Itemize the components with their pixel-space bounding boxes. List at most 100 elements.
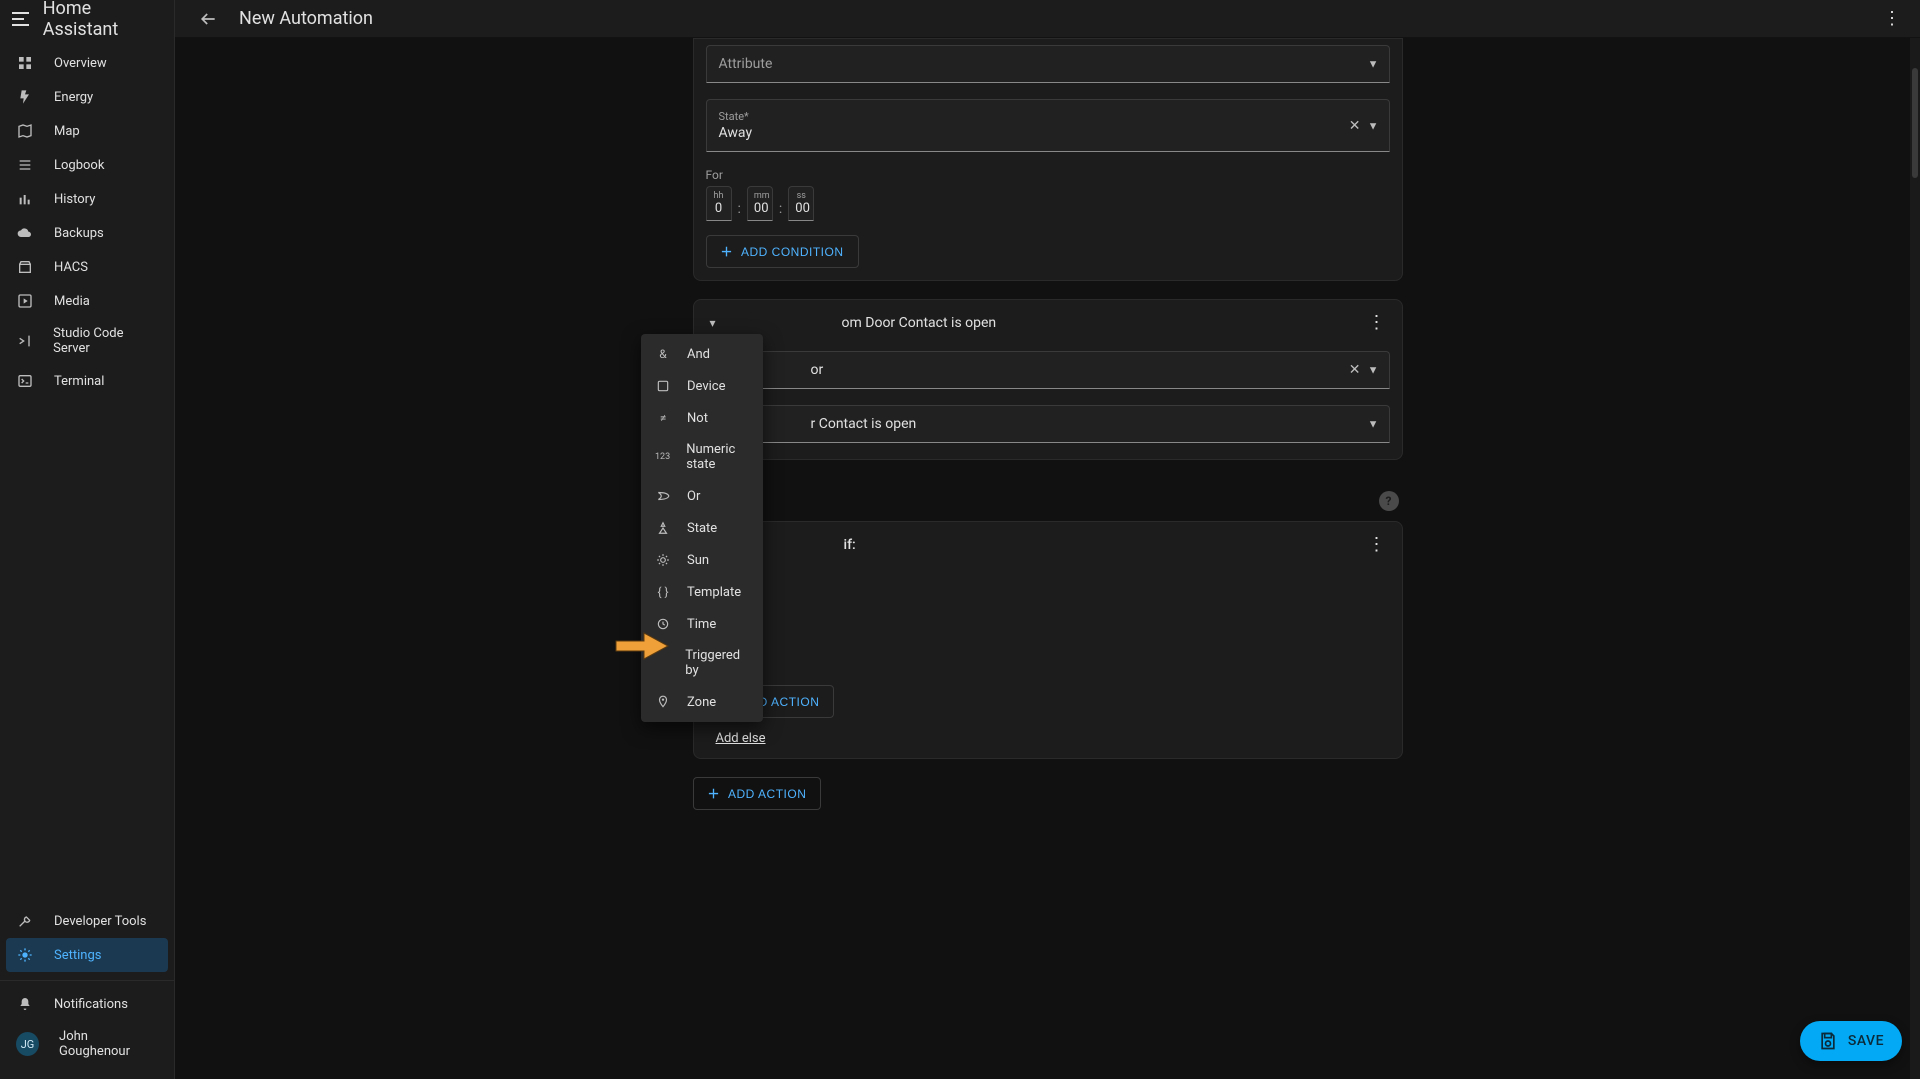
chart-icon	[16, 190, 34, 208]
braces-icon: { }	[655, 584, 671, 600]
sidebar-item-label: Logbook	[54, 158, 104, 173]
if-label: if:	[842, 537, 856, 553]
device-field[interactable]: or ✕ ▼	[706, 351, 1390, 389]
add-else-link[interactable]: Add else	[706, 731, 766, 746]
scrollbar[interactable]	[1910, 38, 1920, 1079]
pin-icon	[655, 694, 671, 710]
ctx-item-state[interactable]: State	[641, 512, 763, 544]
ctx-item-label: And	[687, 347, 710, 362]
ctx-item-label: Triggered by	[685, 648, 749, 678]
save-fab[interactable]: SAVE	[1800, 1021, 1902, 1061]
wrench-icon	[16, 912, 34, 930]
ctx-item-label: Not	[687, 411, 708, 426]
for-label: For	[706, 168, 1390, 182]
sidebar-item-label: Studio Code Server	[53, 326, 158, 356]
condition-field[interactable]: r Contact is open ▼	[706, 405, 1390, 443]
ss-value: 00	[795, 201, 807, 216]
for-hh-input[interactable]: hh 0	[706, 186, 732, 221]
topbar-left: New Automation	[197, 8, 373, 30]
add-action-outer-button[interactable]: ＋ ADD ACTION	[693, 777, 822, 810]
ctx-item-device[interactable]: Device	[641, 370, 763, 402]
sidebar-item-devtools[interactable]: Developer Tools	[6, 904, 168, 938]
chevron-down-icon: ▼	[1368, 418, 1379, 431]
sidebar-item-label: Backups	[54, 226, 104, 241]
sidebar-item-label: HACS	[54, 260, 88, 275]
nav-bottom: Developer Tools Settings	[0, 904, 174, 981]
ctx-item-label: Numeric state	[686, 442, 749, 472]
not-equal-icon: ≠	[655, 410, 671, 426]
ctx-item-label: Device	[687, 379, 726, 394]
sidebar-item-media[interactable]: Media	[6, 284, 168, 318]
sidebar-item-energy[interactable]: Energy	[6, 80, 168, 114]
store-icon	[16, 258, 34, 276]
ctx-item-label: Sun	[687, 553, 709, 568]
card-overflow-button[interactable]: ⋮	[1368, 534, 1386, 555]
ctx-item-not[interactable]: ≠ Not	[641, 402, 763, 434]
ctx-item-template[interactable]: { } Template	[641, 576, 763, 608]
hamburger-icon[interactable]	[12, 12, 29, 26]
ctx-item-numeric-state[interactable]: 123 Numeric state	[641, 434, 763, 480]
save-label: SAVE	[1848, 1033, 1884, 1049]
sidebar-item-notifications[interactable]: Notifications	[6, 987, 168, 1021]
card-overflow-button[interactable]: ⋮	[1368, 312, 1386, 333]
gate-icon	[655, 488, 671, 504]
topbar: New Automation ⋮	[175, 0, 1920, 38]
sidebar-item-terminal[interactable]: Terminal	[6, 364, 168, 398]
gear-icon	[16, 946, 34, 964]
ctx-item-or[interactable]: Or	[641, 480, 763, 512]
sidebar-item-history[interactable]: History	[6, 182, 168, 216]
sidebar-item-label: Developer Tools	[54, 914, 146, 929]
sidebar-item-hacs[interactable]: HACS	[6, 250, 168, 284]
card-title-row[interactable]: ▾ om Door Contact is open	[710, 315, 997, 331]
help-icon[interactable]: ?	[1379, 491, 1399, 511]
save-icon	[1818, 1031, 1838, 1051]
ctx-item-sun[interactable]: Sun	[641, 544, 763, 576]
clear-icon[interactable]: ✕	[1349, 118, 1361, 134]
device-icon	[655, 378, 671, 394]
sidebar-item-label: Media	[54, 294, 90, 309]
bolt-icon	[16, 88, 34, 106]
sidebar: Home Assistant Overview Energy Map Logbo…	[0, 0, 175, 1079]
ctx-item-and[interactable]: & And	[641, 338, 763, 370]
ctx-item-label: Template	[687, 585, 741, 600]
add-action-outer-label: ADD ACTION	[728, 787, 806, 801]
sidebar-item-backups[interactable]: Backups	[6, 216, 168, 250]
sidebar-item-user[interactable]: JG John Goughenour	[6, 1021, 168, 1067]
state-icon	[655, 520, 671, 536]
plus-icon: ＋	[721, 243, 734, 260]
attribute-field[interactable]: Attribute ▼	[706, 45, 1390, 83]
user-name: John Goughenour	[59, 1029, 158, 1059]
card-header: ▾ if: ⋮	[706, 534, 1390, 555]
sidebar-item-studio-code[interactable]: Studio Code Server	[6, 318, 168, 364]
chevron-down-icon: ▾	[710, 316, 716, 330]
sidebar-item-settings[interactable]: Settings	[6, 938, 168, 972]
mm-label: mm	[754, 191, 766, 201]
state-label: State*	[719, 110, 1377, 123]
content-inner: Attribute ▼ State* Away ✕ ▼ For hh 0	[693, 38, 1403, 910]
sidebar-item-map[interactable]: Map	[6, 114, 168, 148]
sidebar-item-overview[interactable]: Overview	[6, 46, 168, 80]
add-condition-button[interactable]: ＋ ADD CONDITION	[706, 235, 859, 268]
colon: :	[738, 191, 741, 217]
sun-icon	[655, 552, 671, 568]
dashboard-icon	[16, 54, 34, 72]
overflow-menu-button[interactable]: ⋮	[1880, 8, 1904, 29]
condition-type-menu: & And Device ≠ Not 123 Numeric state	[641, 334, 763, 722]
back-button[interactable]	[197, 8, 219, 30]
for-mm-input[interactable]: mm 00	[747, 186, 773, 221]
clock-icon	[655, 616, 671, 632]
attribute-placeholder: Attribute	[719, 56, 1377, 72]
ctx-item-label: Zone	[687, 695, 716, 710]
for-ss-input[interactable]: ss 00	[788, 186, 814, 221]
device-condition-card: ▾ om Door Contact is open ⋮ or ✕ ▼ r Con…	[693, 299, 1403, 460]
sidebar-item-logbook[interactable]: Logbook	[6, 148, 168, 182]
avatar: JG	[16, 1032, 39, 1056]
content: Attribute ▼ State* Away ✕ ▼ For hh 0	[175, 38, 1920, 1079]
state-field[interactable]: State* Away ✕ ▼	[706, 99, 1390, 152]
nav-main: Overview Energy Map Logbook History Back…	[0, 38, 174, 904]
vscode-icon	[16, 332, 33, 350]
scroll-thumb[interactable]	[1912, 68, 1918, 178]
clear-icon[interactable]: ✕	[1349, 362, 1361, 378]
chevron-down-icon: ▼	[1368, 58, 1379, 71]
ctx-item-zone[interactable]: Zone	[641, 686, 763, 718]
